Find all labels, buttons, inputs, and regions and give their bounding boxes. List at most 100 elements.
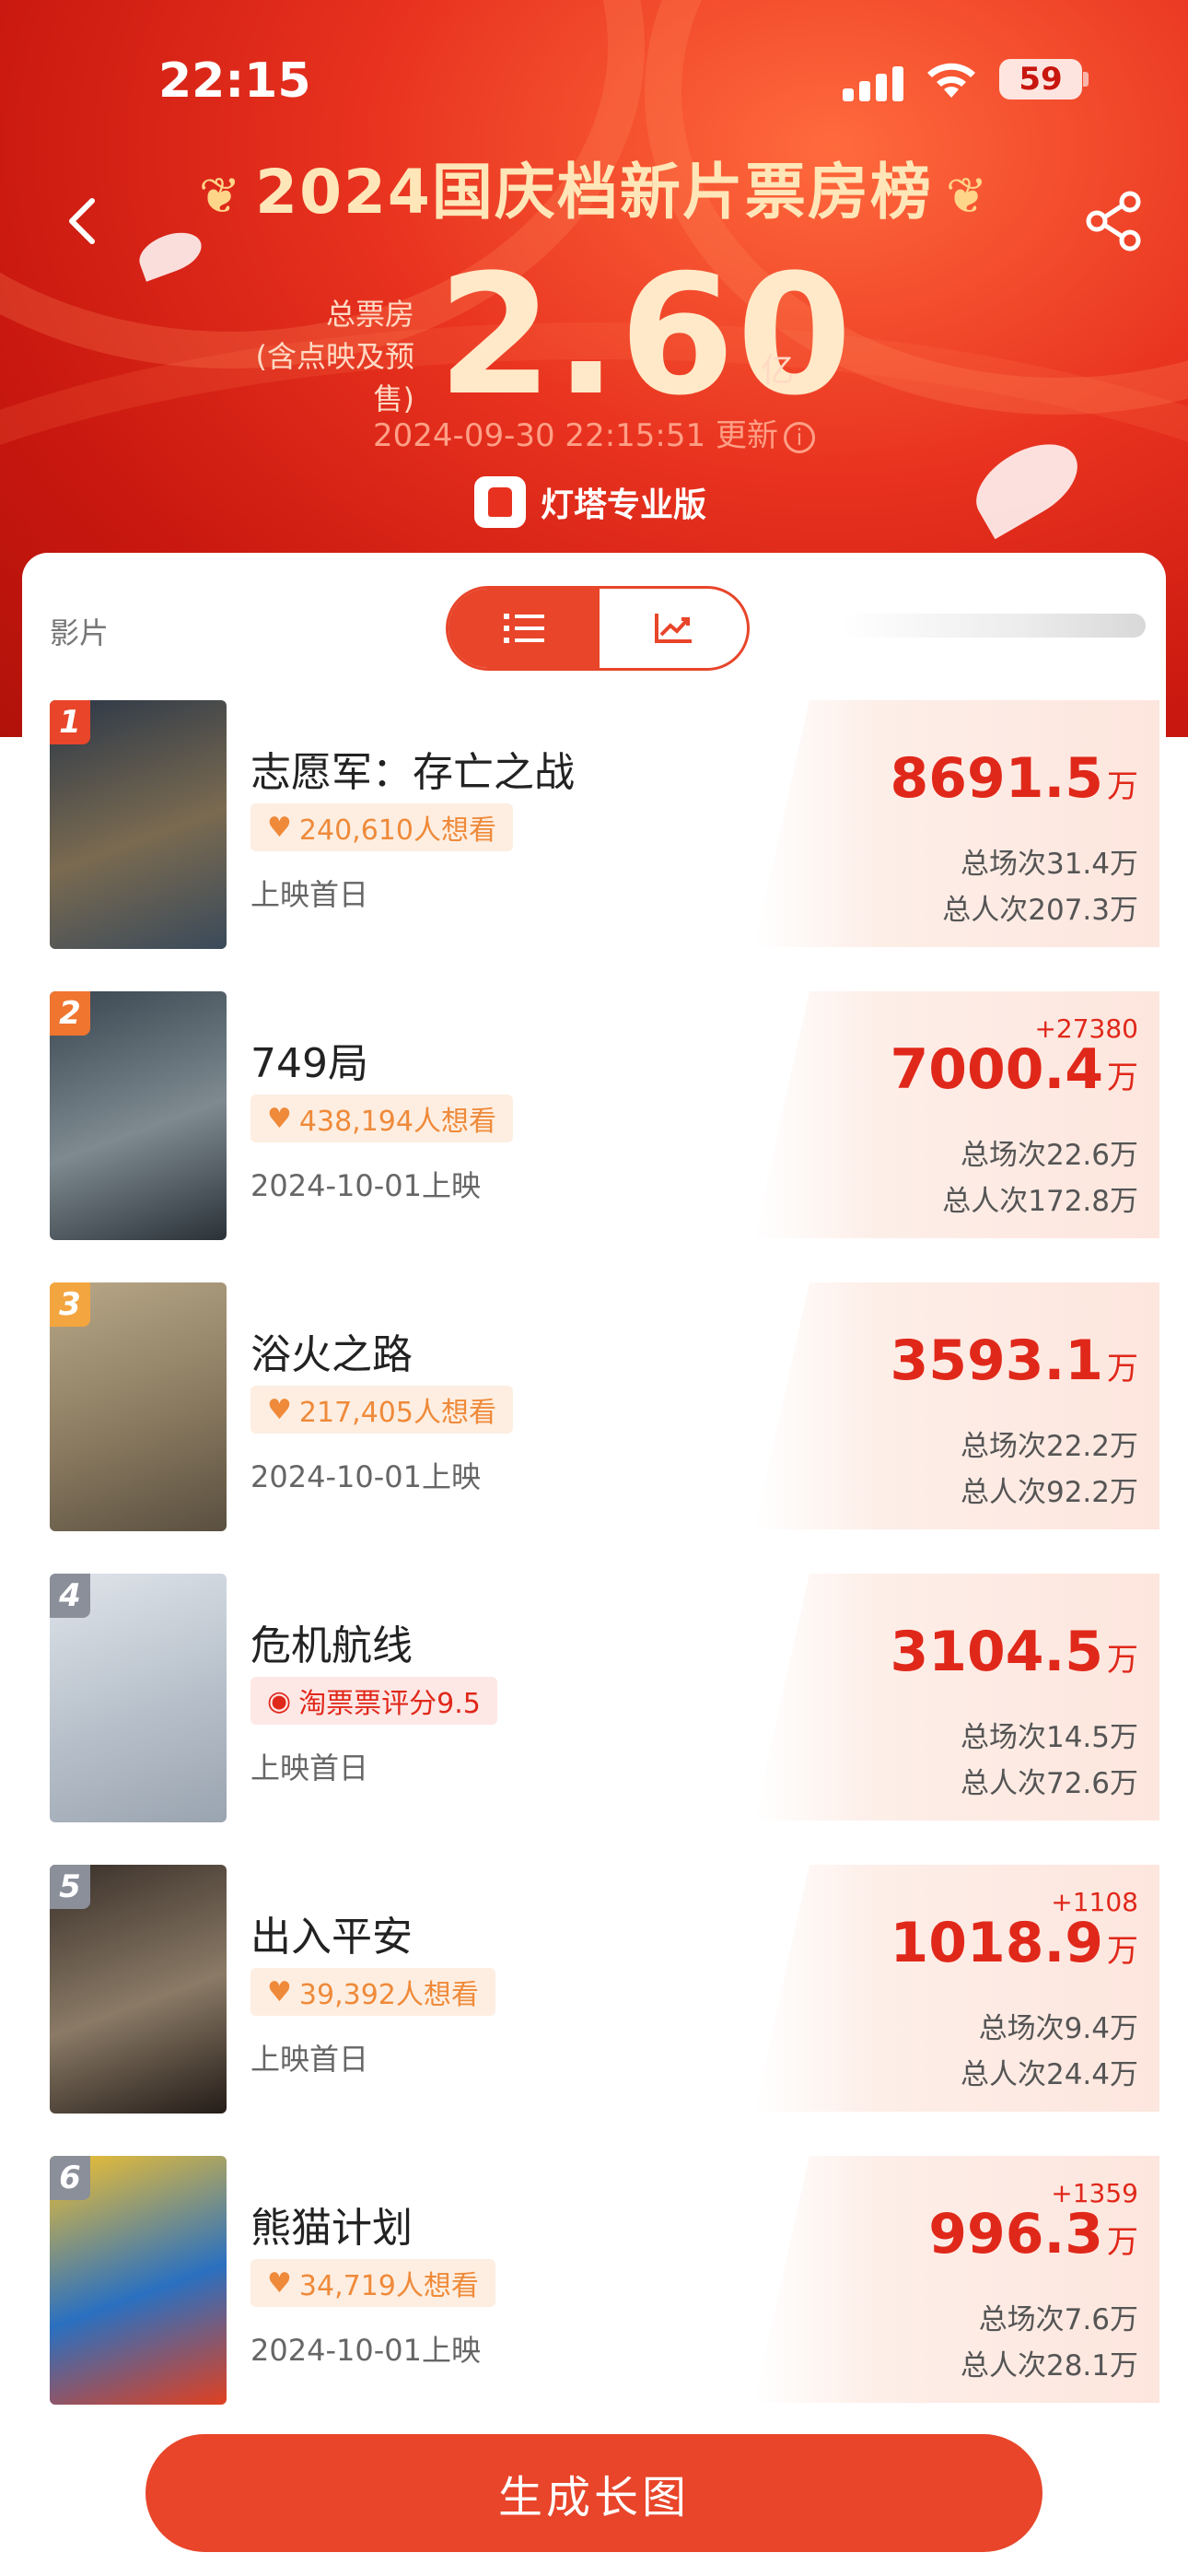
update-time: 2024-09-30 22:15:51 更新 i — [0, 410, 1188, 455]
total-shows: 总场次22.6万 — [960, 1139, 1138, 1172]
movie-row[interactable]: 1 志愿军：存亡之战 ♥ 240,610人想看上映首日 8691.5 万总场次31.4万总… — [22, 691, 1166, 982]
total-label-line1: 总票房 — [325, 297, 414, 332]
heart-icon: ♥ — [267, 1102, 292, 1135]
tag-text: 217,405人想看 — [298, 1397, 496, 1429]
horizontal-scrollbar[interactable] — [842, 614, 1146, 638]
total-shows: 总场次9.4万 — [978, 2012, 1138, 2045]
tag-text: 39,392人想看 — [298, 1979, 479, 2011]
total-admissions: 总人次172.8万 — [942, 1185, 1138, 1218]
taopiaopiao-icon: ◉ — [267, 1684, 292, 1717]
total-admissions: 总人次24.4万 — [960, 2058, 1138, 2091]
total-box-office-unit: 亿 — [761, 352, 795, 390]
gross-value: 7000.4 — [890, 1037, 1103, 1102]
laurel-left-icon: ❦ — [198, 167, 243, 225]
tag-text: 34,719人想看 — [298, 2270, 479, 2302]
movie-row[interactable]: 4 危机航线 ◉ 淘票票评分9.5 上映首日 3104.5 万总场次14.5万 总人次72.6… — [22, 1564, 1166, 1856]
lighthouse-logo-icon — [474, 476, 526, 528]
release-info: 2024-10-01上映 — [250, 1168, 481, 1203]
status-time: 22:15 — [158, 53, 311, 109]
movie-row[interactable]: 2 749局 ♥ 438,194人想看 2024-10-01上映 +27380 7000.4… — [22, 982, 1166, 1273]
list-icon — [504, 614, 544, 643]
release-info: 2024-10-01上映 — [250, 2333, 481, 2368]
want-to-see-tag: ♥ 217,405人想看 — [250, 1386, 513, 1434]
gross-unit: 万 — [1107, 1351, 1138, 1388]
want-to-see-tag: ♥ 39,392人想看 — [250, 1968, 495, 2016]
gross-value: 3104.5 — [890, 1620, 1103, 1684]
movie-row[interactable]: 5 出入平安 ♥ 39,392人想看 上映首日 +1108 1018.9 万总场次9.4万 总人… — [22, 1856, 1166, 2147]
gross-unit: 万 — [1107, 1060, 1138, 1096]
release-info: 上映首日 — [250, 2042, 369, 2077]
rank-badge: 5 — [50, 1865, 90, 1909]
rank-badge: 6 — [50, 2156, 90, 2200]
movie-title[interactable]: 熊猫计划 — [250, 2195, 413, 2254]
movie-title[interactable]: 749局 — [250, 1030, 368, 1089]
ranking-card: 影片 1 志愿军：存亡之战 ♥ 240,610人想看 上映首日 8691.5 万总场次31.… — [22, 553, 1166, 2451]
movie-title[interactable]: 出入平安 — [250, 1903, 413, 1962]
box-office-gross: 3104.5 万 — [890, 1620, 1138, 1684]
gross-unit: 万 — [1107, 2224, 1138, 2261]
total-box-office-label: 总票房 (含点映及预售) — [221, 293, 415, 420]
update-time-text: 2024-09-30 22:15:51 更新 — [373, 417, 778, 454]
gross-unit: 万 — [1107, 1642, 1138, 1679]
movie-row[interactable]: 3 浴火之路 ♥ 217,405人想看 2024-10-01上映 3593.1 万总场次22… — [22, 1273, 1166, 1564]
gross-unit: 万 — [1107, 1933, 1138, 1970]
total-admissions: 总人次92.2万 — [960, 1476, 1138, 1509]
chart-view-button[interactable] — [600, 589, 747, 668]
box-office-gross: 8691.5 万 — [890, 746, 1138, 811]
generate-long-image-button[interactable]: 生成长图 — [146, 2434, 1042, 2552]
release-info: 上映首日 — [250, 877, 369, 912]
info-icon[interactable]: i — [783, 421, 815, 453]
heart-icon: ♥ — [267, 1975, 292, 2008]
total-box-office-value: 2.60 — [437, 240, 855, 432]
rating-tag: ◉ 淘票票评分9.5 — [250, 1677, 497, 1725]
laurel-right-icon: ❦ — [945, 167, 990, 225]
total-admissions: 总人次28.1万 — [960, 2349, 1138, 2383]
column-label-film: 影片 — [50, 615, 110, 650]
total-admissions: 总人次207.3万 — [942, 894, 1138, 927]
total-shows: 总场次31.4万 — [960, 848, 1138, 881]
want-to-see-tag: ♥ 34,719人想看 — [250, 2259, 495, 2307]
list-view-button[interactable] — [448, 589, 600, 668]
gross-value: 3593.1 — [890, 1329, 1103, 1393]
total-shows: 总场次22.2万 — [960, 1430, 1138, 1463]
gross-unit: 万 — [1107, 768, 1138, 805]
rank-badge: 3 — [50, 1282, 90, 1327]
release-info: 上映首日 — [250, 1751, 369, 1786]
status-bar: 22:15 59 — [0, 0, 1188, 157]
movie-title[interactable]: 浴火之路 — [250, 1321, 413, 1380]
gross-value: 996.3 — [928, 2202, 1103, 2266]
want-to-see-tag: ♥ 438,194人想看 — [250, 1095, 513, 1142]
view-toggle — [446, 586, 750, 671]
tag-text: 240,610人想看 — [298, 814, 496, 847]
heart-icon: ♥ — [267, 1393, 292, 1426]
release-info: 2024-10-01上映 — [250, 1459, 481, 1494]
rank-badge: 4 — [50, 1574, 90, 1618]
total-label-line2: (含点映及预售) — [255, 339, 415, 416]
total-admissions: 总人次72.6万 — [960, 1767, 1138, 1800]
box-office-gross: 1018.9 万 — [890, 1911, 1138, 1975]
signal-icon — [843, 64, 905, 101]
tag-text: 淘票票评分9.5 — [298, 1688, 481, 1720]
movie-title[interactable]: 危机航线 — [250, 1612, 413, 1671]
total-shows: 总场次14.5万 — [960, 1721, 1138, 1754]
gross-value: 8691.5 — [890, 746, 1103, 811]
heart-icon: ♥ — [267, 2266, 292, 2300]
movie-title[interactable]: 志愿军：存亡之战 — [250, 739, 575, 798]
box-office-gross: 3593.1 万 — [890, 1329, 1138, 1393]
page-title: ❦ 2024国庆档新片票房榜 ❦ — [0, 143, 1188, 231]
brand-name: 灯塔专业版 — [541, 486, 707, 524]
trend-chart-icon — [655, 614, 692, 643]
rank-badge: 1 — [50, 700, 90, 744]
want-to-see-tag: ♥ 240,610人想看 — [250, 803, 513, 851]
movie-row[interactable]: 6 熊猫计划 ♥ 34,719人想看 2024-10-01上映 +1359 996.3 万总场… — [22, 2147, 1166, 2438]
heart-icon: ♥ — [267, 811, 292, 844]
gross-value: 1018.9 — [890, 1911, 1103, 1975]
battery-icon: 59 — [999, 59, 1082, 100]
battery-tip — [1083, 72, 1089, 87]
rank-badge: 2 — [50, 991, 90, 1036]
tag-text: 438,194人想看 — [298, 1106, 496, 1138]
brand-badge: 灯塔专业版 — [474, 474, 706, 530]
total-shows: 总场次7.6万 — [978, 2303, 1138, 2336]
page-title-text: 2024国庆档新片票房榜 — [255, 157, 933, 228]
box-office-gross: 7000.4 万 — [890, 1037, 1138, 1102]
